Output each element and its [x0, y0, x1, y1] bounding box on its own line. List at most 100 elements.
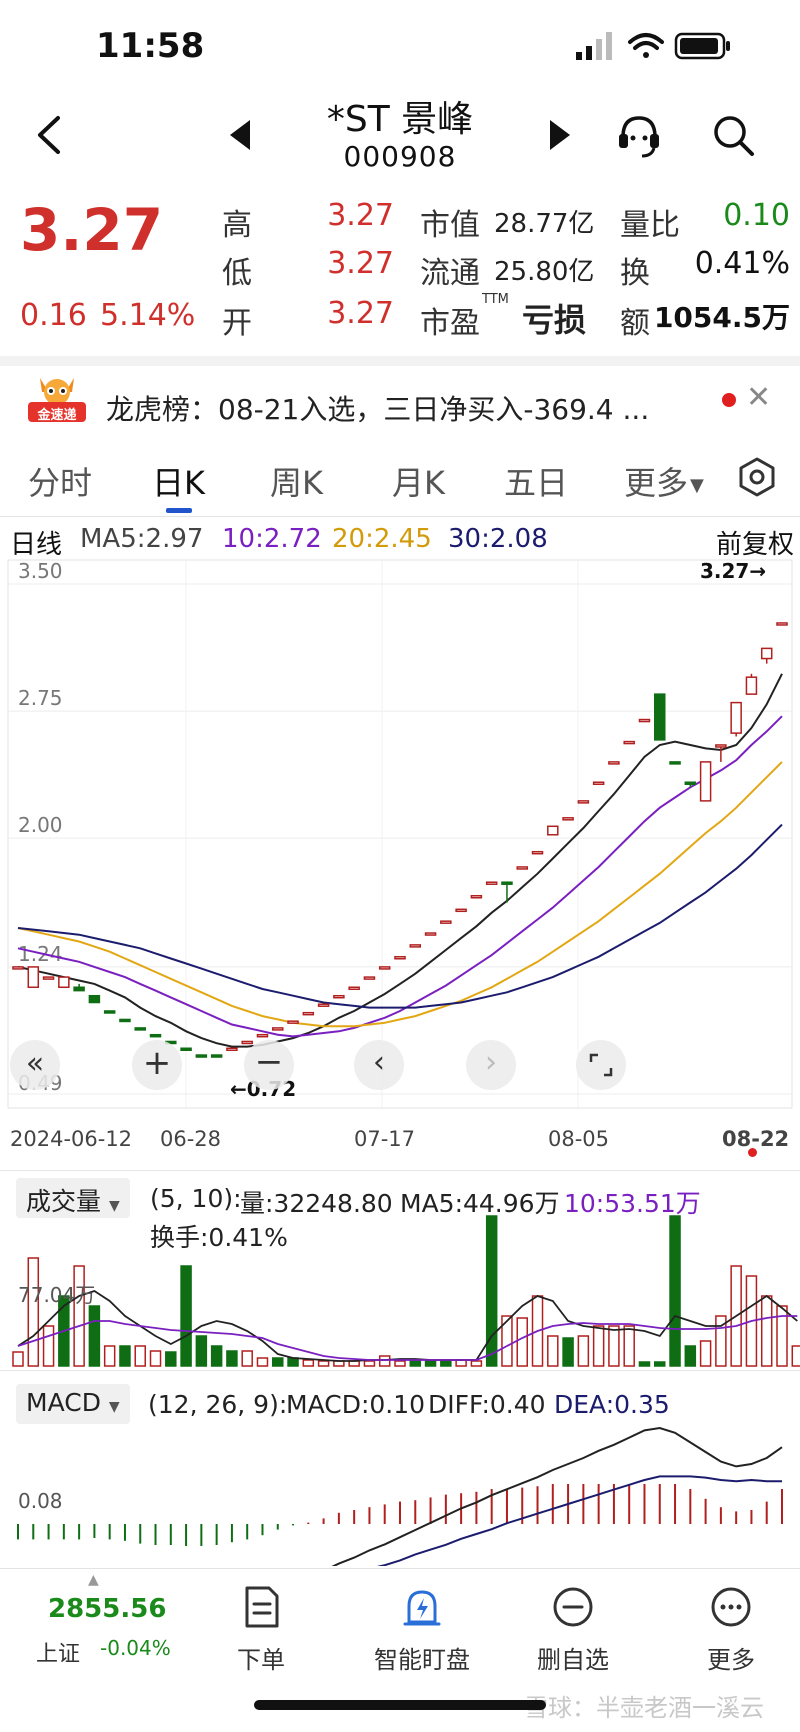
kline-frame	[7, 559, 793, 1109]
chevron-left-icon[interactable]: ‹	[354, 1040, 404, 1090]
nav-more[interactable]: 更多	[666, 1584, 796, 1675]
volume-value: 量:32248.80	[240, 1189, 393, 1218]
pe-value: 亏损	[522, 301, 587, 339]
volume-bar	[165, 1351, 177, 1367]
customer-service-icon[interactable]	[614, 110, 664, 160]
x-tick-label: 08-22	[722, 1127, 789, 1151]
active-tab-indicator	[166, 508, 192, 513]
volume-bar	[12, 1351, 24, 1367]
y-tick-label: 2.00	[18, 813, 63, 837]
nav-order[interactable]: 下单	[196, 1584, 326, 1675]
candle	[715, 744, 727, 748]
back-button[interactable]	[30, 110, 70, 160]
macd-indicator-select[interactable]: MACD ▼	[16, 1384, 130, 1424]
fullscreen-icon[interactable]	[576, 1040, 626, 1090]
tab-five-day[interactable]: 五日	[504, 458, 568, 504]
next-stock-button[interactable]	[546, 118, 574, 152]
candle	[378, 966, 391, 970]
candle	[287, 1020, 299, 1024]
y-tick-label: 2.75	[18, 686, 63, 710]
open-value: 3.27	[327, 296, 394, 331]
candle	[424, 932, 437, 936]
turnover-label: 换	[620, 256, 650, 291]
candle	[73, 986, 85, 992]
lhb-news-text[interactable]: 龙虎榜：08-21入选，三日净买入-369.4 ...	[106, 388, 649, 428]
volume-bars	[12, 1215, 800, 1367]
search-icon[interactable]	[710, 112, 756, 158]
wifi-icon	[628, 33, 664, 58]
settings-hexagon-icon[interactable]	[736, 456, 778, 498]
ma-line-10	[17, 715, 783, 1038]
candle	[241, 1040, 253, 1045]
macd-diff-line	[331, 1426, 783, 1566]
amount-label: 额	[620, 306, 650, 341]
candle	[730, 701, 742, 734]
volume-bar	[180, 1265, 192, 1367]
candle	[12, 966, 24, 970]
macd-y-tick: 0.08	[18, 1489, 63, 1513]
mktcap-label: 市值	[420, 208, 480, 243]
pe-label: 市盈	[420, 306, 480, 341]
tab-daily-k[interactable]: 日K	[152, 458, 205, 504]
volume-bar	[760, 1295, 773, 1367]
nav-smart-watch[interactable]: 智能盯盘	[352, 1584, 492, 1675]
volume-bar	[103, 1345, 116, 1367]
nav-remove-watchlist[interactable]: 删自选	[508, 1584, 638, 1675]
status-icons	[576, 32, 730, 60]
low-value: 3.27	[327, 246, 394, 281]
candle	[317, 1003, 330, 1007]
unread-dot	[722, 393, 736, 407]
watermark: 雪球：半壶老酒一溪云	[524, 1694, 764, 1722]
close-icon[interactable]: ✕	[746, 380, 771, 415]
section-divider	[0, 356, 800, 366]
volume-params: (5, 10):	[150, 1184, 242, 1213]
candle	[27, 966, 40, 989]
volume-bar	[577, 1335, 590, 1367]
volume-bar	[516, 1317, 528, 1367]
candle	[531, 850, 544, 855]
candle	[699, 761, 712, 802]
volume-bar	[608, 1325, 620, 1367]
candle	[485, 881, 498, 885]
candle	[501, 881, 513, 885]
battery-icon	[674, 32, 730, 60]
ma30-legend: 30:2.08	[448, 524, 548, 554]
volume-bar	[42, 1325, 55, 1367]
candle	[103, 1010, 116, 1014]
tab-intraday[interactable]: 分时	[28, 458, 92, 504]
zoom-in-icon[interactable]: +	[132, 1040, 182, 1090]
candle	[256, 1033, 269, 1038]
volume-bar	[272, 1357, 284, 1367]
mktcap-value: 28.77亿	[494, 209, 595, 239]
candle	[42, 976, 55, 980]
volume-indicator-select[interactable]: 成交量 ▼	[16, 1178, 130, 1218]
signal-icon	[576, 32, 612, 60]
volume-y-tick: 77.04万	[18, 1283, 95, 1307]
volume-bar	[134, 1345, 146, 1367]
open-label: 开	[222, 306, 252, 341]
chevron-right-icon[interactable]: ›	[466, 1040, 516, 1090]
volume-bar	[378, 1355, 391, 1367]
candle	[226, 1047, 238, 1052]
tab-more[interactable]: 更多 ▼	[624, 458, 704, 504]
more-dots-icon	[711, 1587, 751, 1627]
caret-down-icon: ▼	[108, 1399, 120, 1415]
tab-monthly-k[interactable]: 月K	[392, 458, 445, 504]
kline-candles	[12, 622, 788, 1058]
zoom-out-icon[interactable]: −	[244, 1040, 294, 1090]
nav-order-label: 下单	[237, 1646, 285, 1674]
index-change[interactable]: -0.04%	[100, 1636, 171, 1660]
order-form-icon	[245, 1586, 279, 1628]
high-value: 3.27	[327, 198, 394, 233]
index-name[interactable]: 上证	[36, 1636, 80, 1668]
prev-stock-button[interactable]	[226, 118, 254, 152]
volume-bar	[424, 1360, 437, 1367]
candle	[363, 976, 376, 980]
index-value[interactable]: 2855.56	[48, 1594, 166, 1624]
ma10-legend: 10:2.72	[222, 524, 322, 554]
candle	[302, 1011, 315, 1016]
tab-weekly-k[interactable]: 周K	[270, 458, 323, 504]
double-chevron-left-icon[interactable]: «	[10, 1040, 60, 1090]
candle	[562, 817, 574, 821]
candle	[272, 1027, 284, 1031]
